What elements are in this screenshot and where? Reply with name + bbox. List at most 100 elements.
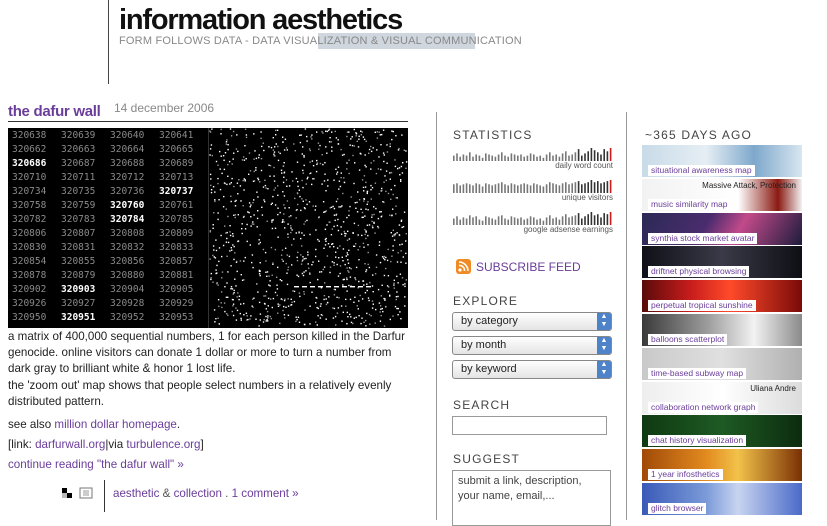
matrix-number[interactable]: 320761 xyxy=(159,200,208,211)
map-dot xyxy=(336,296,338,298)
days-ago-thumbnail[interactable]: balloons scatterplot xyxy=(642,314,802,346)
map-dot xyxy=(331,261,334,263)
matrix-number[interactable]: 320832 xyxy=(110,242,159,253)
matrix-number[interactable]: 320737 xyxy=(159,186,208,197)
matrix-number[interactable]: 320688 xyxy=(110,158,159,169)
days-ago-thumbnail[interactable]: situational awareness map xyxy=(642,145,802,177)
matrix-number[interactable]: 320903 xyxy=(61,284,110,295)
matrix-number[interactable]: 320640 xyxy=(110,130,159,141)
matrix-number[interactable]: 320808 xyxy=(110,228,159,239)
matrix-number[interactable]: 320809 xyxy=(159,228,208,239)
explore-by-month-select[interactable]: by month ▲ ▼ xyxy=(452,336,612,355)
matrix-number[interactable]: 320687 xyxy=(61,158,110,169)
map-dot xyxy=(344,263,346,266)
matrix-number[interactable]: 320806 xyxy=(12,228,61,239)
matrix-number[interactable]: 320711 xyxy=(61,172,110,183)
matrix-number[interactable]: 320878 xyxy=(12,270,61,281)
matrix-number[interactable]: 320713 xyxy=(159,172,208,183)
matrix-number[interactable]: 320905 xyxy=(159,284,208,295)
matrix-number[interactable]: 320902 xyxy=(12,284,61,295)
matrix-number[interactable]: 320904 xyxy=(110,284,159,295)
matrix-number[interactable]: 320686 xyxy=(12,158,61,169)
matrix-number[interactable]: 320638 xyxy=(12,130,61,141)
matrix-number[interactable]: 320831 xyxy=(61,242,110,253)
map-dot xyxy=(319,162,322,165)
days-ago-thumbnail[interactable]: chat history visualization xyxy=(642,415,802,448)
map-dot xyxy=(235,199,237,202)
turbulence-link[interactable]: turbulence.org xyxy=(126,438,200,451)
map-dot xyxy=(315,302,317,304)
map-dot xyxy=(397,307,399,310)
map-dot xyxy=(290,298,292,300)
map-dot xyxy=(354,162,356,164)
days-ago-thumbnail[interactable]: glitch browser xyxy=(642,483,802,515)
matrix-number[interactable]: 320664 xyxy=(110,144,159,155)
matrix-number[interactable]: 320641 xyxy=(159,130,208,141)
matrix-number[interactable]: 320662 xyxy=(12,144,61,155)
matrix-number[interactable]: 320759 xyxy=(61,200,110,211)
matrix-number[interactable]: 320712 xyxy=(110,172,159,183)
matrix-number[interactable]: 320735 xyxy=(61,186,110,197)
matrix-number[interactable]: 320856 xyxy=(110,256,159,267)
map-dot xyxy=(269,175,271,177)
continue-reading-link[interactable]: continue reading "the dafur wall" » xyxy=(8,458,184,471)
matrix-number[interactable]: 320760 xyxy=(110,200,159,211)
million-dollar-homepage-link[interactable]: million dollar homepage xyxy=(54,418,176,431)
darfurwall-link[interactable]: darfurwall.org xyxy=(35,438,105,451)
matrix-number[interactable]: 320689 xyxy=(159,158,208,169)
map-dot xyxy=(296,318,298,321)
map-dot xyxy=(235,285,237,287)
matrix-number[interactable]: 320929 xyxy=(159,298,208,309)
days-ago-thumbnail[interactable]: driftnet physical browsing xyxy=(642,246,802,279)
matrix-number[interactable]: 320951 xyxy=(61,312,110,323)
matrix-number[interactable]: 320782 xyxy=(12,214,61,225)
matrix-number[interactable]: 320950 xyxy=(12,312,61,323)
matrix-number[interactable]: 320927 xyxy=(61,298,110,309)
matrix-number[interactable]: 320710 xyxy=(12,172,61,183)
matrix-number[interactable]: 320880 xyxy=(110,270,159,281)
category-collection-link[interactable]: collection xyxy=(174,487,222,500)
map-dot xyxy=(323,180,326,182)
matrix-number[interactable]: 320952 xyxy=(110,312,159,323)
map-dot xyxy=(238,298,240,301)
matrix-number[interactable]: 320881 xyxy=(159,270,208,281)
matrix-number[interactable]: 320855 xyxy=(61,256,110,267)
map-dot xyxy=(396,232,398,234)
matrix-number[interactable]: 320928 xyxy=(110,298,159,309)
days-ago-thumbnail[interactable]: time-based subway map xyxy=(642,347,802,380)
matrix-number[interactable]: 320784 xyxy=(110,214,159,225)
days-ago-thumbnail[interactable]: perpetual tropical sunshine xyxy=(642,280,802,313)
map-dot xyxy=(222,155,225,157)
map-dot xyxy=(391,255,393,257)
matrix-number[interactable]: 320734 xyxy=(12,186,61,197)
matrix-number[interactable]: 320857 xyxy=(159,256,208,267)
days-ago-thumbnail[interactable]: 1 year infosthetics xyxy=(642,449,802,482)
rss-icon xyxy=(456,259,471,274)
matrix-number[interactable]: 320663 xyxy=(61,144,110,155)
explore-by-keyword-select[interactable]: by keyword ▲ ▼ xyxy=(452,360,612,379)
matrix-number[interactable]: 320879 xyxy=(61,270,110,281)
matrix-number[interactable]: 320639 xyxy=(61,130,110,141)
matrix-number[interactable]: 320736 xyxy=(110,186,159,197)
matrix-number[interactable]: 320758 xyxy=(12,200,61,211)
post-title[interactable]: the dafur wall xyxy=(8,103,101,120)
search-input[interactable] xyxy=(452,416,607,435)
days-ago-thumbnail[interactable]: Massive Attack, Protection music similari… xyxy=(642,178,802,211)
matrix-number[interactable]: 320854 xyxy=(12,256,61,267)
explore-by-category-select[interactable]: by category ▲ ▼ xyxy=(452,312,612,331)
days-ago-thumbnail[interactable]: Uliana Andre collaboration network graph xyxy=(642,381,802,414)
matrix-number[interactable]: 320833 xyxy=(159,242,208,253)
category-aesthetic-link[interactable]: aesthetic xyxy=(113,487,159,500)
matrix-number[interactable]: 320783 xyxy=(61,214,110,225)
matrix-number[interactable]: 320953 xyxy=(159,312,208,323)
matrix-number[interactable]: 320807 xyxy=(61,228,110,239)
days-ago-thumbnail[interactable]: synthia stock market avatar xyxy=(642,212,802,245)
matrix-number[interactable]: 320830 xyxy=(12,242,61,253)
matrix-number[interactable]: 320785 xyxy=(159,214,208,225)
matrix-number[interactable]: 320926 xyxy=(12,298,61,309)
suggest-textarea[interactable]: submit a link, description, your name, e… xyxy=(452,470,611,526)
sparkline-bar xyxy=(568,217,570,225)
comments-link[interactable]: 1 comment » xyxy=(232,487,299,500)
matrix-number[interactable]: 320665 xyxy=(159,144,208,155)
map-dot xyxy=(304,323,306,326)
